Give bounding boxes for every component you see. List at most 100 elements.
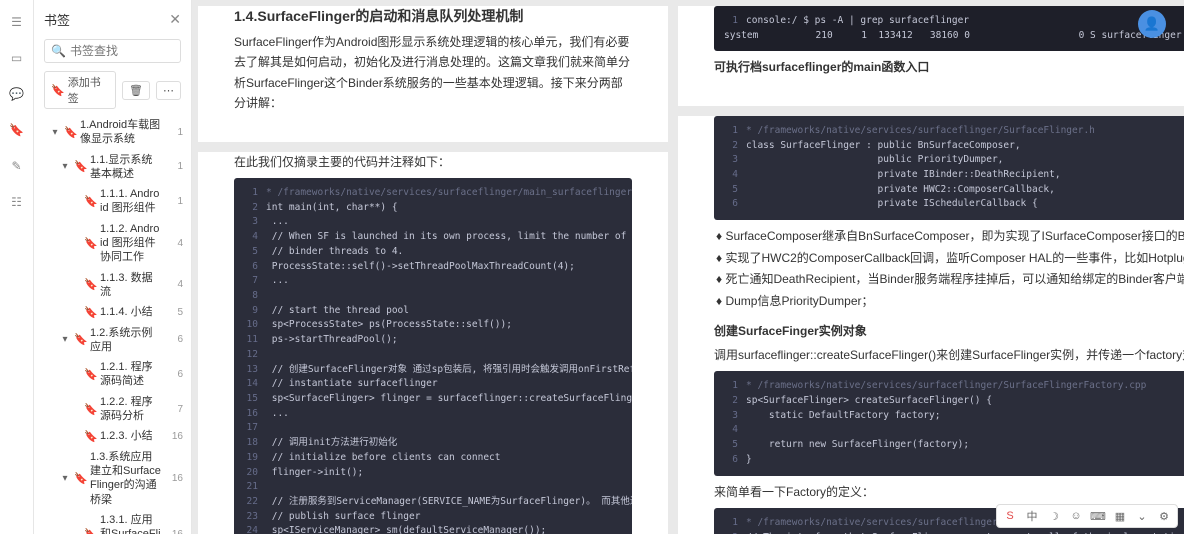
bookmark-icon: 🔖 <box>74 472 86 485</box>
page-right-top: 1console:/ $ ps -A | grep surfaceflinger… <box>678 6 1184 106</box>
expand-arrow-icon: ▾ <box>50 127 60 138</box>
page-left-bottom: 在此我们仅摘录主要的代码并注释如下： 1* /frameworks/native… <box>198 152 668 534</box>
bookmark-node[interactable]: 🔖 1.2.2. 程序源码分析 7 <box>38 392 187 427</box>
bookmark-node[interactable]: 🔖 1.2.1. 程序源码简述 6 <box>38 357 187 392</box>
bookmark-tree: ▾ 🔖 1.Android车载图像显示系统 1 ▾ 🔖 1.1.显示系统基本概述 1 🔖 1.1.… <box>34 115 191 534</box>
delete-bookmark-button[interactable]: 🗑 <box>122 81 150 100</box>
bookmark-label: 1.1.显示系统基本概述 <box>90 153 161 182</box>
layers-icon[interactable]: ☷ <box>9 194 25 210</box>
bookmark-node[interactable]: ▾ 🔖 1.3.系统应用建立和SurfaceFlinger的沟通桥梁 16 <box>38 447 187 510</box>
bullet-item: ♦ 死亡通知DeathRecipient，当Binder服务端程序挂掉后，可以通… <box>716 269 1184 291</box>
tool-gear-icon[interactable]: ⚙ <box>1155 507 1173 525</box>
bookmark-icon: 🔖 <box>74 160 86 173</box>
icon-rail: ☰ ▭ 💬 🔖 ✎ ☷ <box>0 0 34 534</box>
bookmark-node[interactable]: ▾ 🔖 1.2.系统示例应用 6 <box>38 323 187 358</box>
bookmark-icon: 🔖 <box>84 368 96 381</box>
bookmark-node[interactable]: 🔖 1.2.3. 小结 16 <box>38 426 187 446</box>
page-number: 6 <box>165 334 183 345</box>
bookmark-icon: 🔖 <box>84 430 96 443</box>
bookmarks-sidebar: 书签 ✕ 🔍 🔖添加书签 🗑 ⋯ ▾ 🔖 1.Android车载图像显示系统 1 ▾ 🔖 1… <box>34 0 192 534</box>
bookmark-label: 1.1.4. 小结 <box>100 305 161 319</box>
code-block-factory: 1* /frameworks/native/services/surfacefl… <box>714 371 1184 475</box>
bullet-item: ♦ Dump信息PriorityDumper； <box>716 291 1184 313</box>
page-number: 16 <box>165 529 183 534</box>
page-number: 7 <box>165 404 183 415</box>
bullet-item: ♦ SurfaceComposer继承自BnSurfaceComposer，即为… <box>716 226 1184 248</box>
tag-icon[interactable]: 🔖 <box>9 122 25 138</box>
bookmark-icon: 🔖 <box>84 237 96 250</box>
bookmark-node[interactable]: ▾ 🔖 1.1.显示系统基本概述 1 <box>38 150 187 185</box>
expand-arrow-icon: ▾ <box>60 161 70 172</box>
page-number: 1 <box>165 161 183 172</box>
main-entry-text: 可执行档surfaceflinger的main函数入口 <box>714 57 1184 77</box>
bookmark-node[interactable]: 🔖 1.1.2. Android 图形组件协同工作 4 <box>38 219 187 268</box>
bookmark-node[interactable]: 🔖 1.1.3. 数据流 4 <box>38 268 187 303</box>
bookmark-label: 1.2.2. 程序源码分析 <box>100 395 161 424</box>
bookmark-label: 1.1.1. Android 图形组件 <box>100 187 161 216</box>
bookmark-label: 1.2.1. 程序源码简述 <box>100 360 161 389</box>
more-button[interactable]: ⋯ <box>156 81 181 100</box>
bookmark-label: 1.2.系统示例应用 <box>90 326 161 355</box>
bookmark-add-icon: 🔖 <box>51 84 65 97</box>
chat-icon[interactable]: 💬 <box>9 86 25 102</box>
create-title: 创建SurfaceFinger实例对象 <box>714 321 1184 341</box>
tool-grid-icon[interactable]: ▦ <box>1111 507 1129 525</box>
bookmark-icon: 🔖 <box>64 126 76 139</box>
bookmark-node[interactable]: 🔖1.1.4. 小结5 <box>38 302 187 322</box>
expand-arrow-icon: ▾ <box>60 334 70 345</box>
bookmark-icon: 🔖 <box>84 403 96 416</box>
page-number: 4 <box>165 238 183 249</box>
page-number: 16 <box>165 431 183 442</box>
page-number: 1 <box>165 127 183 138</box>
search-box[interactable]: 🔍 <box>44 39 181 63</box>
assistant-float-icon[interactable]: 👤 <box>1138 10 1166 38</box>
tool-s-icon[interactable]: S <box>1001 507 1019 525</box>
page-number: 1 <box>165 196 183 207</box>
dots-icon: ⋯ <box>163 84 174 97</box>
bookmark-label: 1.3.系统应用建立和SurfaceFlinger的沟通桥梁 <box>90 450 161 507</box>
bookmark-icon: 🔖 <box>84 195 96 208</box>
bookmark-label: 1.Android车载图像显示系统 <box>80 118 161 147</box>
factory-next: 来简单看一下Factory的定义： <box>714 482 1184 502</box>
page-number: 5 <box>165 307 183 318</box>
search-icon: 🔍 <box>51 44 66 58</box>
bookmark-icon: 🔖 <box>74 333 86 346</box>
tool-down-icon[interactable]: ⌄ <box>1133 507 1151 525</box>
tool-cn-icon[interactable]: 中 <box>1023 507 1041 525</box>
tool-keyboard-icon[interactable]: ⌨ <box>1089 507 1107 525</box>
tool-moon-icon[interactable]: ☽ <box>1045 507 1063 525</box>
page-number: 4 <box>165 279 183 290</box>
section-heading: 1.4.SurfaceFlinger的启动和消息队列处理机制 <box>234 6 632 26</box>
bookmark-node[interactable]: 🔖 1.3.1. 应用和SurfaceFlinger的通信 16 <box>38 510 187 534</box>
page-number: 16 <box>165 473 183 484</box>
bookmark-icon: 🔖 <box>84 278 96 291</box>
create-desc: 调用surfaceflinger::createSurfaceFlinger()… <box>714 345 1184 365</box>
bookmark-label: 1.1.2. Android 图形组件协同工作 <box>100 222 161 265</box>
edit-icon[interactable]: ✎ <box>9 158 25 174</box>
close-icon[interactable]: ✕ <box>169 11 181 28</box>
book-icon[interactable]: ▭ <box>9 50 25 66</box>
add-bookmark-button[interactable]: 🔖添加书签 <box>44 71 116 109</box>
bullet-item: ♦ 实现了HWC2的ComposerCallback回调，监听Composer … <box>716 248 1184 270</box>
search-input[interactable] <box>70 44 174 58</box>
code-note: 在此我们仅摘录主要的代码并注释如下： <box>234 152 632 172</box>
toc-icon[interactable]: ☰ <box>9 14 25 30</box>
bookmark-label: 1.2.3. 小结 <box>100 429 161 443</box>
bookmark-icon: 🔖 <box>84 528 96 534</box>
page-number: 6 <box>165 369 183 380</box>
bullet-list: ♦ SurfaceComposer继承自BnSurfaceComposer，即为… <box>714 226 1184 312</box>
bookmark-node[interactable]: ▾ 🔖 1.Android车载图像显示系统 1 <box>38 115 187 150</box>
intro-paragraph: SurfaceFlinger作为Android图形显示系统处理逻辑的核心单元，我… <box>234 32 632 114</box>
tool-face-icon[interactable]: ☺ <box>1067 507 1085 525</box>
page-left-top: 1.4.SurfaceFlinger的启动和消息队列处理机制 SurfaceFl… <box>198 6 668 142</box>
code-block-header: 1* /frameworks/native/services/surfacefl… <box>714 116 1184 220</box>
expand-arrow-icon: ▾ <box>60 473 70 484</box>
bookmark-node[interactable]: 🔖 1.1.1. Android 图形组件 1 <box>38 184 187 219</box>
code-block-main: 1* /frameworks/native/services/surfacefl… <box>234 178 632 534</box>
trash-icon: 🗑 <box>129 84 143 97</box>
code-block-shell: 1console:/ $ ps -A | grep surfaceflinger… <box>714 6 1184 51</box>
bookmark-label: 1.1.3. 数据流 <box>100 271 161 300</box>
sidebar-title: 书签 <box>44 10 169 29</box>
bookmark-label: 1.3.1. 应用和SurfaceFlinger的通信 <box>100 513 161 534</box>
document-viewport[interactable]: 👤 1.4.SurfaceFlinger的启动和消息队列处理机制 Surface… <box>192 0 1184 534</box>
